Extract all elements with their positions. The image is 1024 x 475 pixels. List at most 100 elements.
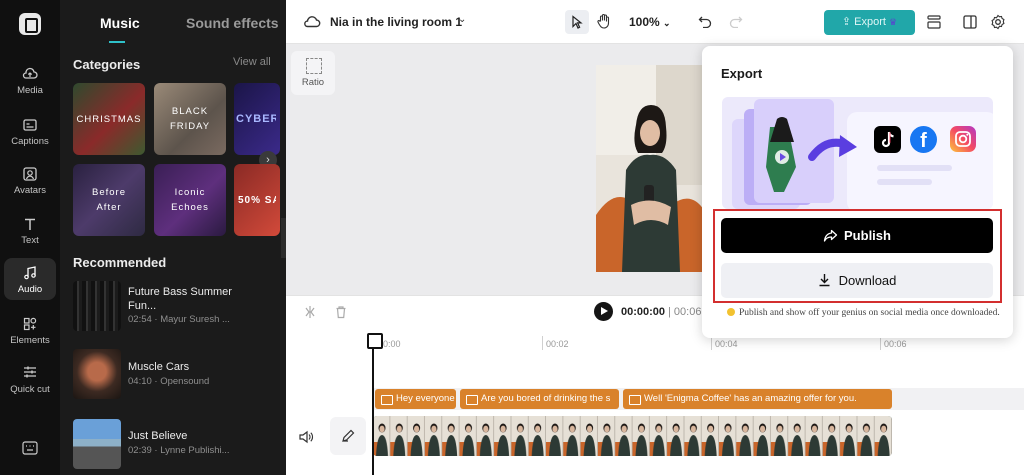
keyboard-shortcuts-icon[interactable] [22, 441, 38, 455]
undo-icon[interactable] [698, 15, 712, 28]
category-before-after[interactable]: Before After [73, 164, 145, 236]
view-all-link[interactable]: View all [233, 56, 271, 68]
redo-icon[interactable] [729, 15, 743, 28]
instagram-icon [950, 126, 976, 152]
rail-item-quick-cut[interactable]: Quick cut [4, 364, 56, 396]
select-tool-button[interactable] [565, 10, 589, 34]
caption-text: Hey everyone [396, 393, 455, 404]
tab-sound-effects[interactable]: Sound effects [186, 15, 279, 31]
caption-clip[interactable]: Well 'Enigma Coffee' has an amazing offe… [623, 389, 892, 409]
category-label: Iconic Echoes [171, 187, 209, 213]
video-frame-image [596, 65, 704, 272]
caption-clip[interactable]: Hey everyone [375, 389, 456, 409]
share-arrow-icon [823, 229, 838, 242]
category-cyber-monday[interactable]: CYBER MONDAY [234, 83, 280, 155]
download-label: Download [838, 273, 897, 288]
settings-gear-icon[interactable] [990, 14, 1006, 30]
export-illustration: f [722, 97, 993, 209]
tick-mark [711, 336, 712, 350]
elements-icon [23, 317, 37, 331]
category-iconic-echoes[interactable]: Iconic Echoes [154, 164, 226, 236]
volume-icon[interactable] [298, 430, 314, 444]
hand-tool-icon[interactable] [597, 13, 611, 29]
rail-label: Media [17, 85, 43, 96]
total-time-value: 00:06 [673, 306, 702, 318]
publish-hint-text: Publish and show off your genius on soci… [739, 308, 1000, 318]
video-thumbnails [373, 416, 892, 456]
audio-panel: Music Sound effects Categories View all … [60, 0, 286, 475]
rail-label: Elements [10, 335, 50, 346]
active-tab-indicator [109, 41, 125, 43]
export-button[interactable]: ⇪ Export ♛ [824, 10, 915, 35]
total-time: | 00:06 [668, 306, 702, 318]
caption-text: Well 'Enigma Coffee' has an amazing offe… [644, 393, 857, 404]
top-bar: Nia in the living room 1 ⌄ 100% ⌄ ⇪ Expo… [286, 0, 1024, 44]
delete-icon[interactable] [334, 305, 348, 319]
track-item[interactable]: Muscle Cars 04:10 · Opensound [73, 349, 283, 399]
video-clip[interactable] [373, 416, 892, 456]
caption-text: Are you bored of drinking the s [481, 393, 611, 404]
pencil-icon [342, 429, 355, 442]
track-meta: 04:10 · Opensound [128, 376, 210, 387]
split-view-icon[interactable] [962, 14, 978, 30]
app-logo-icon[interactable] [19, 13, 41, 35]
track-item[interactable]: Just Believe 02:39 · Lynne Publishi... [73, 419, 283, 469]
rail-label: Captions [11, 136, 49, 147]
rail-label: Quick cut [10, 384, 50, 395]
tick-mark [542, 336, 543, 350]
cloud-sync-icon[interactable] [303, 14, 321, 28]
track-meta: 02:54 · Mayur Suresh ... [128, 314, 230, 325]
rail-item-avatars[interactable]: Avatars [4, 166, 56, 196]
export-dialog: Export f Publish Download Publish and sh… [702, 46, 1013, 338]
text-icon [25, 218, 35, 230]
recommended-heading: Recommended [73, 255, 167, 270]
tiktok-icon [874, 126, 901, 153]
caption-clip[interactable]: Are you bored of drinking the s [460, 389, 619, 409]
rail-item-captions[interactable]: Captions [4, 117, 56, 147]
current-time: 00:00:00 [621, 306, 666, 318]
categories-heading: Categories [73, 57, 141, 72]
export-label: Export [854, 16, 886, 28]
tick-label: 00:04 [715, 339, 738, 349]
split-clip-icon[interactable] [303, 305, 317, 319]
rail-item-audio[interactable]: Audio [4, 258, 56, 300]
zoom-level[interactable]: 100% ⌄ [629, 15, 671, 29]
category-sale[interactable]: 50% SALE [234, 164, 280, 236]
video-preview[interactable] [596, 65, 704, 272]
track-title: Future Bass Summer Fun... [128, 286, 232, 312]
lightbulb-icon [727, 308, 735, 316]
chevron-down-icon[interactable]: ⌄ [458, 14, 466, 25]
edit-track-button[interactable] [330, 417, 366, 455]
rail-item-text[interactable]: Text [4, 216, 56, 246]
category-label: CHRISTMAS [76, 113, 142, 125]
tab-music[interactable]: Music [100, 15, 140, 31]
project-title[interactable]: Nia in the living room 1 [330, 15, 462, 29]
publish-button[interactable]: Publish [721, 218, 993, 253]
avatar-icon [23, 167, 37, 181]
download-icon [819, 274, 830, 287]
ratio-label: Ratio [301, 77, 325, 88]
ratio-button[interactable]: Ratio [291, 51, 335, 95]
tick-mark [880, 336, 881, 350]
play-button[interactable] [594, 302, 613, 321]
track-meta: 02:39 · Lynne Publishi... [128, 445, 230, 456]
rail-label: Avatars [13, 185, 47, 196]
category-label: Before After [92, 187, 126, 213]
track-item[interactable]: Future Bass Summer Fun... 02:54 · Mayur … [73, 281, 283, 331]
track-thumbnail [73, 419, 121, 469]
publish-label: Publish [844, 228, 891, 243]
tick-label: 00:06 [884, 339, 907, 349]
crown-icon: ♛ [889, 17, 898, 27]
rail-item-media[interactable]: Media [4, 66, 56, 96]
category-christmas[interactable]: CHRISTMAS [73, 83, 145, 155]
download-button[interactable]: Download [721, 263, 993, 298]
quick-cut-icon [24, 366, 36, 378]
playhead[interactable] [367, 333, 383, 475]
music-note-icon [24, 266, 36, 280]
rail-item-elements[interactable]: Elements [4, 316, 56, 346]
captions-icon [23, 119, 37, 131]
category-black-friday[interactable]: BLACK FRIDAY [154, 83, 226, 155]
category-label: 50% SALE [238, 194, 276, 206]
layers-icon[interactable] [926, 14, 942, 30]
rail-label: Audio [17, 284, 43, 295]
